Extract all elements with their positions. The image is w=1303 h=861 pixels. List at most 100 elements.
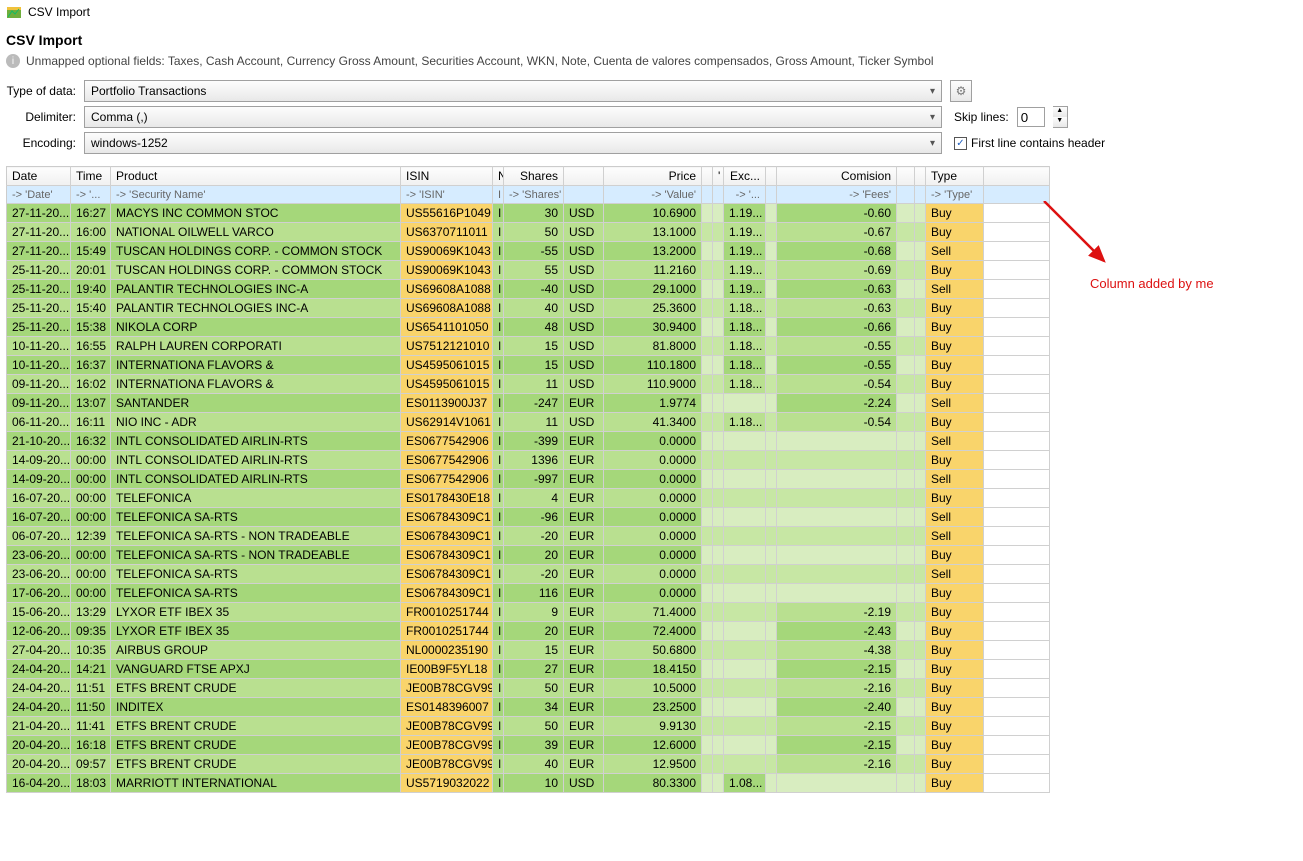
cell-product: TELEFONICA SA-RTS <box>111 508 401 527</box>
gear-button[interactable]: ⚙ <box>950 80 972 102</box>
cell-type: Buy <box>926 660 984 679</box>
col-exc-map[interactable]: -> '... <box>724 186 766 204</box>
table-row[interactable]: 06-07-20...12:39TELEFONICA SA-RTS - NON … <box>7 527 1050 546</box>
first-line-header-checkbox[interactable]: ✓ <box>954 137 967 150</box>
cell-type: Buy <box>926 717 984 736</box>
table-row[interactable]: 15-06-20...13:29LYXOR ETF IBEX 35FR00102… <box>7 603 1050 622</box>
table-row[interactable]: 27-11-20...16:00NATIONAL OILWELL VARCOUS… <box>7 223 1050 242</box>
table-row[interactable]: 20-04-20...09:57ETFS BRENT CRUDEJE00B78C… <box>7 755 1050 774</box>
spinner-down-icon[interactable]: ▼ <box>1053 117 1067 127</box>
col-comision-header[interactable]: Comision <box>777 167 897 186</box>
skip-lines-spinner[interactable]: ▲ ▼ <box>1053 106 1068 128</box>
table-row[interactable]: 20-04-20...16:18ETFS BRENT CRUDEJE00B78C… <box>7 736 1050 755</box>
table-row[interactable]: 10-11-20...16:37INTERNATIONA FLAVORS &US… <box>7 356 1050 375</box>
col-type-map[interactable]: -> 'Type' <box>926 186 984 204</box>
col-price-header[interactable]: Price <box>604 167 702 186</box>
cell-gap <box>713 242 724 261</box>
col-gap2-map[interactable] <box>702 186 713 204</box>
col-date-header[interactable]: Date <box>7 167 71 186</box>
table-row[interactable]: 12-06-20...09:35LYXOR ETF IBEX 35FR00102… <box>7 622 1050 641</box>
table-row[interactable]: 25-11-20...15:40PALANTIR TECHNOLOGIES IN… <box>7 299 1050 318</box>
cell-spare <box>984 603 1050 622</box>
cell-gap <box>766 565 777 584</box>
cell-type: Sell <box>926 470 984 489</box>
cell-gap <box>713 489 724 508</box>
cell-shares: 15 <box>504 641 564 660</box>
table-row[interactable]: 27-04-20...10:35AIRBUS GROUPNL0000235190… <box>7 641 1050 660</box>
cell-gap <box>915 299 926 318</box>
cell-currency: EUR <box>564 603 604 622</box>
table-row[interactable]: 27-11-20...16:27MACYS INC COMMON STOCUS5… <box>7 204 1050 223</box>
cell-gap <box>766 717 777 736</box>
col-isin-header[interactable]: ISIN <box>401 167 493 186</box>
table-row[interactable]: 23-06-20...00:00TELEFONICA SA-RTSES06784… <box>7 565 1050 584</box>
table-row[interactable]: 09-11-20...13:07SANTANDERES0113900J37I-2… <box>7 394 1050 413</box>
col-shares-header[interactable]: Shares <box>504 167 564 186</box>
col-gap2-header[interactable] <box>702 167 713 186</box>
skip-lines-input[interactable] <box>1017 107 1045 127</box>
delimiter-label: Delimiter: <box>6 110 76 124</box>
table-row[interactable]: 25-11-20...20:01TUSCAN HOLDINGS CORP. - … <box>7 261 1050 280</box>
cell-gap <box>713 622 724 641</box>
col-cur-map[interactable] <box>564 186 604 204</box>
encoding-select[interactable]: windows-1252 ▾ <box>84 132 942 154</box>
cell-time: 09:35 <box>71 622 111 641</box>
cell-spare <box>984 375 1050 394</box>
cell-price: 80.3300 <box>604 774 702 793</box>
col-gap5-header[interactable] <box>897 167 915 186</box>
col-price-map[interactable]: -> 'Value' <box>604 186 702 204</box>
col-time-header[interactable]: Time <box>71 167 111 186</box>
table-row[interactable]: 14-09-20...00:00INTL CONSOLIDATED AIRLIN… <box>7 451 1050 470</box>
cell-date: 06-11-20... <box>7 413 71 432</box>
table-row[interactable]: 25-11-20...15:38NIKOLA CORPUS6541101050I… <box>7 318 1050 337</box>
table-row[interactable]: 16-07-20...00:00TELEFONICA SA-RTSES06784… <box>7 508 1050 527</box>
col-gap6-header[interactable] <box>915 167 926 186</box>
table-row[interactable]: 24-04-20...11:51ETFS BRENT CRUDEJE00B78C… <box>7 679 1050 698</box>
col-time-map[interactable]: -> '... <box>71 186 111 204</box>
cell-gap <box>702 698 713 717</box>
cell-gap <box>702 375 713 394</box>
cell-exc: 1.18... <box>724 375 766 394</box>
delimiter-select[interactable]: Comma (,) ▾ <box>84 106 942 128</box>
table-row[interactable]: 23-06-20...00:00TELEFONICA SA-RTS - NON … <box>7 546 1050 565</box>
col-isin-map[interactable]: -> 'ISIN' <box>401 186 493 204</box>
col-comision-map[interactable]: -> 'Fees' <box>777 186 897 204</box>
table-row[interactable]: 16-04-20...18:03MARRIOTT INTERNATIONALUS… <box>7 774 1050 793</box>
table-row[interactable]: 06-11-20...16:11NIO INC - ADRUS62914V106… <box>7 413 1050 432</box>
col-spare-header[interactable] <box>984 167 1050 186</box>
col-gap1-map[interactable]: I <box>493 186 504 204</box>
table-row[interactable]: 16-07-20...00:00TELEFONICAES0178430E18I4… <box>7 489 1050 508</box>
col-gap4-map[interactable] <box>766 186 777 204</box>
cell-currency: USD <box>564 375 604 394</box>
table-row[interactable]: 09-11-20...16:02INTERNATIONA FLAVORS &US… <box>7 375 1050 394</box>
spinner-up-icon[interactable]: ▲ <box>1053 107 1067 117</box>
col-shares-map[interactable]: -> 'Shares' <box>504 186 564 204</box>
cell-gap <box>702 622 713 641</box>
col-gap6-map[interactable] <box>915 186 926 204</box>
cell-spare <box>984 318 1050 337</box>
col-date-map[interactable]: -> 'Date' <box>7 186 71 204</box>
table-row[interactable]: 27-11-20...15:49TUSCAN HOLDINGS CORP. - … <box>7 242 1050 261</box>
table-row[interactable]: 25-11-20...19:40PALANTIR TECHNOLOGIES IN… <box>7 280 1050 299</box>
type-of-data-select[interactable]: Portfolio Transactions ▾ <box>84 80 942 102</box>
col-product-header[interactable]: Product <box>111 167 401 186</box>
col-exc-header[interactable]: Exc... <box>724 167 766 186</box>
table-row[interactable]: 21-04-20...11:41ETFS BRENT CRUDEJE00B78C… <box>7 717 1050 736</box>
table-row[interactable]: 24-04-20...11:50INDITEXES0148396007I34EU… <box>7 698 1050 717</box>
col-cur-header[interactable] <box>564 167 604 186</box>
col-gap5-map[interactable] <box>897 186 915 204</box>
col-gap3-map[interactable] <box>713 186 724 204</box>
col-type-header[interactable]: Type <box>926 167 984 186</box>
table-row[interactable]: 21-10-20...16:32INTL CONSOLIDATED AIRLIN… <box>7 432 1050 451</box>
col-gap1-header[interactable]: N <box>493 167 504 186</box>
cell-type: Buy <box>926 261 984 280</box>
table-row[interactable]: 17-06-20...00:00TELEFONICA SA-RTSES06784… <box>7 584 1050 603</box>
table-row[interactable]: 14-09-20...00:00INTL CONSOLIDATED AIRLIN… <box>7 470 1050 489</box>
col-gap4-header[interactable] <box>766 167 777 186</box>
col-gap3-header[interactable]: ' <box>713 167 724 186</box>
table-row[interactable]: 24-04-20...14:21VANGUARD FTSE APXJIE00B9… <box>7 660 1050 679</box>
table-row[interactable]: 10-11-20...16:55RALPH LAUREN CORPORATIUS… <box>7 337 1050 356</box>
col-product-map[interactable]: -> 'Security Name' <box>111 186 401 204</box>
cell-gap <box>897 470 915 489</box>
cell-gap <box>897 736 915 755</box>
